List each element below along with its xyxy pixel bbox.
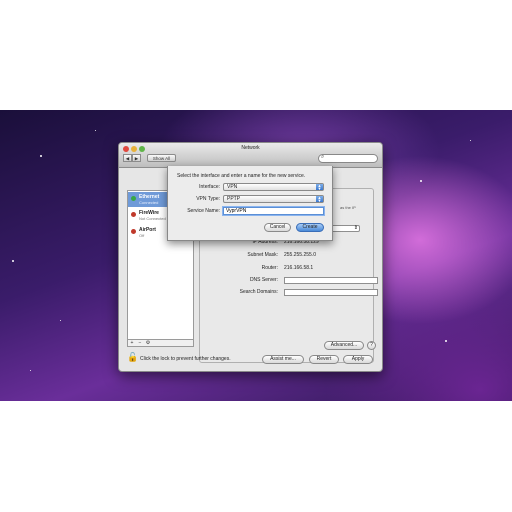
dns-server-field[interactable] [284, 277, 378, 284]
status-dot-icon [131, 196, 136, 201]
sheet-prompt: Select the interface and enter a name fo… [177, 173, 306, 179]
search-domains-field[interactable] [284, 289, 378, 296]
service-list-toolbar: + − ⚙ [127, 339, 194, 347]
chevron-updown-icon: ▲ ▼ [316, 195, 323, 203]
cancel-button[interactable]: Cancel [264, 223, 291, 232]
service-status: Not Connected [139, 216, 166, 221]
window-title: Network [241, 145, 260, 151]
interface-value: VPN [227, 184, 238, 190]
lock-icon[interactable]: 🔓 [127, 352, 138, 363]
star [40, 155, 42, 157]
advanced-button[interactable]: Advanced... [324, 341, 364, 350]
vpn-type-value: PPTP [227, 196, 241, 202]
service-name-value: VyprVPN [226, 208, 247, 214]
interface-select[interactable]: VPN ▲ ▼ [223, 183, 324, 191]
router-label: Router: [261, 265, 278, 271]
obscured-description: as the IP [340, 205, 356, 210]
vpn-type-select[interactable]: PPTP ▲ ▼ [223, 195, 324, 203]
status-dot-icon [131, 212, 136, 217]
dns-server-label: DNS Server: [249, 277, 278, 283]
search-icon: ⌕ [321, 154, 325, 160]
show-all-button[interactable]: Show All [147, 154, 176, 162]
forward-button[interactable]: ▶ [132, 154, 141, 162]
title-bar: Network ◀ ▶ Show All ⌕ [119, 143, 382, 168]
service-status: Off [139, 233, 145, 238]
star [30, 370, 31, 371]
router-value: 216.166.58.1 [284, 265, 314, 271]
service-name-label: Service Name: [187, 208, 220, 214]
service-name-input[interactable]: VyprVPN [223, 207, 324, 215]
add-service-button[interactable]: + [128, 340, 136, 346]
star [60, 320, 61, 321]
lock-message: Click the lock to prevent further change… [140, 356, 231, 362]
chevron-updown-icon: ▲ ▼ [316, 183, 323, 191]
search-domains-label: Search Domains: [239, 289, 278, 295]
new-service-sheet: Select the interface and enter a name fo… [167, 166, 333, 241]
service-status: Connected [139, 200, 159, 205]
interface-label: Interface: [199, 184, 220, 190]
create-button[interactable]: Create [296, 223, 324, 232]
status-dot-icon [131, 229, 136, 234]
apply-button[interactable]: Apply [343, 355, 373, 364]
assist-me-button[interactable]: Assist me... [262, 355, 304, 364]
gear-icon[interactable]: ⚙ [144, 340, 152, 346]
vpn-type-label: VPN Type: [196, 196, 220, 202]
star [445, 340, 447, 342]
back-button[interactable]: ◀ [123, 154, 132, 162]
subnet-mask-label: Subnet Mask: [247, 252, 278, 258]
star [470, 140, 471, 141]
star [420, 180, 422, 182]
revert-button[interactable]: Revert [309, 355, 339, 364]
star [95, 130, 96, 131]
subnet-mask-value: 255.255.255.0 [284, 252, 316, 258]
star [12, 260, 14, 262]
search-field[interactable]: ⌕ [318, 154, 378, 163]
help-button[interactable]: ? [367, 341, 376, 350]
chevron-updown-icon: ⇕ [353, 225, 358, 231]
remove-service-button[interactable]: − [136, 340, 144, 346]
